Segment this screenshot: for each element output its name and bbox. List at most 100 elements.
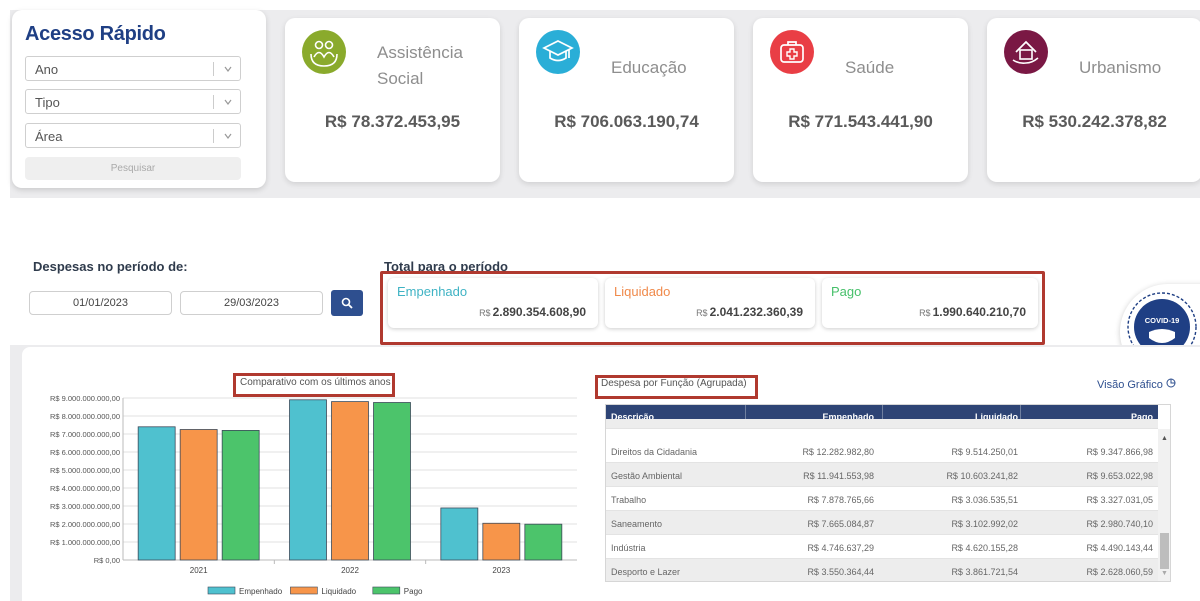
comparison-bar-chart: R$ 0,00 R$ 1.000.000.000,00 R$ 2.000.000.0…	[50, 394, 577, 596]
total-value: R$ 1.990.640.210,70	[919, 305, 1026, 319]
cell-pago: R$ 3.327.031,05	[1086, 495, 1153, 505]
quick-search-button[interactable]: Pesquisar	[25, 157, 241, 180]
card-value: R$ 771.543.441,90	[788, 112, 933, 131]
cell-pago: R$ 2.628.060,59	[1086, 567, 1153, 577]
scroll-thumb[interactable]	[1160, 533, 1169, 569]
cell-liquidado: R$ 3.861.721,54	[951, 567, 1018, 577]
card-assistencia-social[interactable]: Assistência Social R$ 78.372.453,95	[285, 18, 500, 182]
scroll-down-icon[interactable]: ▼	[1161, 570, 1168, 577]
table-row[interactable]: Saneamento R$ 7.665.084,87 R$ 3.102.992,02…	[606, 511, 1158, 535]
house-hand-icon	[1004, 30, 1048, 74]
chevron-down-icon	[224, 66, 232, 72]
select-divider	[213, 129, 214, 143]
table-row[interactable]: Direitos da Cidadania R$ 12.282.982,80 R$ …	[606, 439, 1158, 463]
period-label: Despesas no período de:	[33, 259, 188, 274]
medical-kit-icon	[770, 30, 814, 74]
total-label: Empenhado	[397, 284, 468, 299]
table-row[interactable]: Desporto e Lazer R$ 3.550.364,44 R$ 3.861.…	[606, 559, 1158, 581]
legend-label: Pago	[404, 587, 423, 596]
cell-descricao: Direitos da Cidadania	[611, 447, 698, 457]
total-label: Liquidado	[614, 284, 671, 299]
bar-empenhado-2022	[289, 399, 327, 561]
legend-label: Empenhado	[239, 587, 283, 596]
x-tick-label: 2022	[341, 566, 359, 575]
cell-descricao: Indústria	[611, 543, 646, 553]
y-tick-label: R$ 4.000.000.000,00	[50, 484, 120, 493]
chart-toggle-icon	[1166, 378, 1176, 388]
table-scrollbar[interactable]: ▲ ▼	[1158, 429, 1170, 581]
start-date-input[interactable]: 01/01/2023	[29, 291, 172, 315]
table-row-partial	[606, 419, 1158, 429]
total-value: R$ 2.041.232.360,39	[696, 305, 803, 319]
amount: 2.890.354.608,90	[492, 305, 586, 319]
currency: R$	[479, 308, 491, 318]
table-row[interactable]: Indústria R$ 4.746.637,29 R$ 4.620.155,28 R…	[606, 535, 1158, 559]
bar-liquidado-2023	[482, 522, 521, 561]
card-value: R$ 706.063.190,74	[554, 112, 699, 131]
chart-title: Comparativo com os últimos anos	[240, 377, 391, 388]
period-search-button[interactable]	[331, 290, 363, 316]
table-row[interactable]: Trabalho R$ 7.878.765,66 R$ 3.036.535,51 R$…	[606, 487, 1158, 511]
table-row[interactable]: Gestão Ambiental R$ 11.941.553,98 R$ 10.60…	[606, 463, 1158, 487]
card-educacao[interactable]: Educação R$ 706.063.190,74	[519, 18, 734, 182]
end-date-input[interactable]: 29/03/2023	[180, 291, 323, 315]
amount: 2.041.232.360,39	[709, 305, 803, 319]
bar-empenhado-2023	[440, 507, 479, 561]
cell-empenhado: R$ 12.282.982,80	[802, 447, 874, 457]
cell-liquidado: R$ 3.102.992,02	[951, 519, 1018, 529]
search-icon	[341, 297, 353, 309]
chevron-down-icon	[224, 133, 232, 139]
card-value: R$ 78.372.453,95	[324, 112, 461, 131]
currency: R$	[696, 308, 708, 318]
x-tick-label: 2023	[492, 566, 510, 575]
amount: 1.990.640.210,70	[932, 305, 1026, 319]
legend-swatch-pago	[372, 586, 401, 595]
cell-liquidado: R$ 3.036.535,51	[951, 495, 1018, 505]
y-tick-label: R$ 9.000.000.000,00	[50, 394, 120, 403]
despesa-funcao-table: Descrição Empenhado Liquidado Pago Direi…	[605, 404, 1171, 582]
y-tick-label: R$ 2.000.000.000,00	[50, 520, 120, 529]
quick-access-title: Acesso Rápido	[25, 23, 166, 45]
cell-empenhado: R$ 11.941.553,98	[803, 471, 874, 481]
ano-select[interactable]: Ano	[25, 56, 241, 81]
area-select-label: Área	[35, 129, 63, 144]
bar-pago-2022	[373, 402, 411, 561]
card-name: Saúde	[845, 58, 895, 77]
cell-empenhado: R$ 4.746.637,29	[807, 543, 874, 553]
cell-liquidado: R$ 10.603.241,82	[946, 471, 1018, 481]
cell-empenhado: R$ 7.878.765,66	[807, 495, 874, 505]
family-care-icon	[302, 30, 346, 74]
y-tick-label: R$ 6.000.000.000,00	[50, 448, 120, 457]
legend-swatch-empenhado	[207, 586, 236, 595]
card-name-line1: Assistência	[377, 43, 463, 62]
table-title: Despesa por Função (Agrupada)	[601, 378, 747, 389]
visao-grafico-link[interactable]: Visão Gráfico	[1097, 378, 1176, 391]
bar-pago-2023	[524, 523, 563, 561]
cell-pago: R$ 2.980.740,10	[1086, 519, 1153, 529]
card-urbanismo[interactable]: Urbanismo R$ 530.242.378,82	[987, 18, 1200, 182]
total-value: R$ 2.890.354.608,90	[479, 305, 586, 319]
total-liquidado-card: Liquidado R$ 2.041.232.360,39	[605, 278, 815, 328]
scroll-up-icon[interactable]: ▲	[1161, 435, 1168, 442]
card-value: R$ 530.242.378,82	[1022, 112, 1167, 131]
y-tick-label: R$ 8.000.000.000,00	[50, 412, 120, 421]
card-name: Educação	[611, 58, 687, 77]
card-name: Urbanismo	[1079, 58, 1162, 77]
visao-grafico-label: Visão Gráfico	[1097, 379, 1163, 391]
bar-pago-2021	[221, 430, 260, 561]
bar-liquidado-2021	[179, 429, 218, 561]
cell-pago: R$ 9.653.022,98	[1086, 471, 1153, 481]
cell-descricao: Gestão Ambiental	[611, 471, 683, 481]
y-tick-label: R$ 5.000.000.000,00	[50, 466, 120, 475]
total-pago-card: Pago R$ 1.990.640.210,70	[822, 278, 1038, 328]
cell-liquidado: R$ 9.514.250,01	[951, 447, 1018, 457]
total-empenhado-card: Empenhado R$ 2.890.354.608,90	[388, 278, 598, 328]
card-saude[interactable]: Saúde R$ 771.543.441,90	[753, 18, 968, 182]
tipo-select[interactable]: Tipo	[25, 89, 241, 114]
select-divider	[213, 62, 214, 76]
y-tick-label: R$ 3.000.000.000,00	[50, 502, 120, 511]
chevron-down-icon	[224, 99, 232, 105]
ano-select-label: Ano	[35, 62, 59, 77]
area-select[interactable]: Área	[25, 123, 241, 148]
total-label: Pago	[831, 284, 862, 299]
